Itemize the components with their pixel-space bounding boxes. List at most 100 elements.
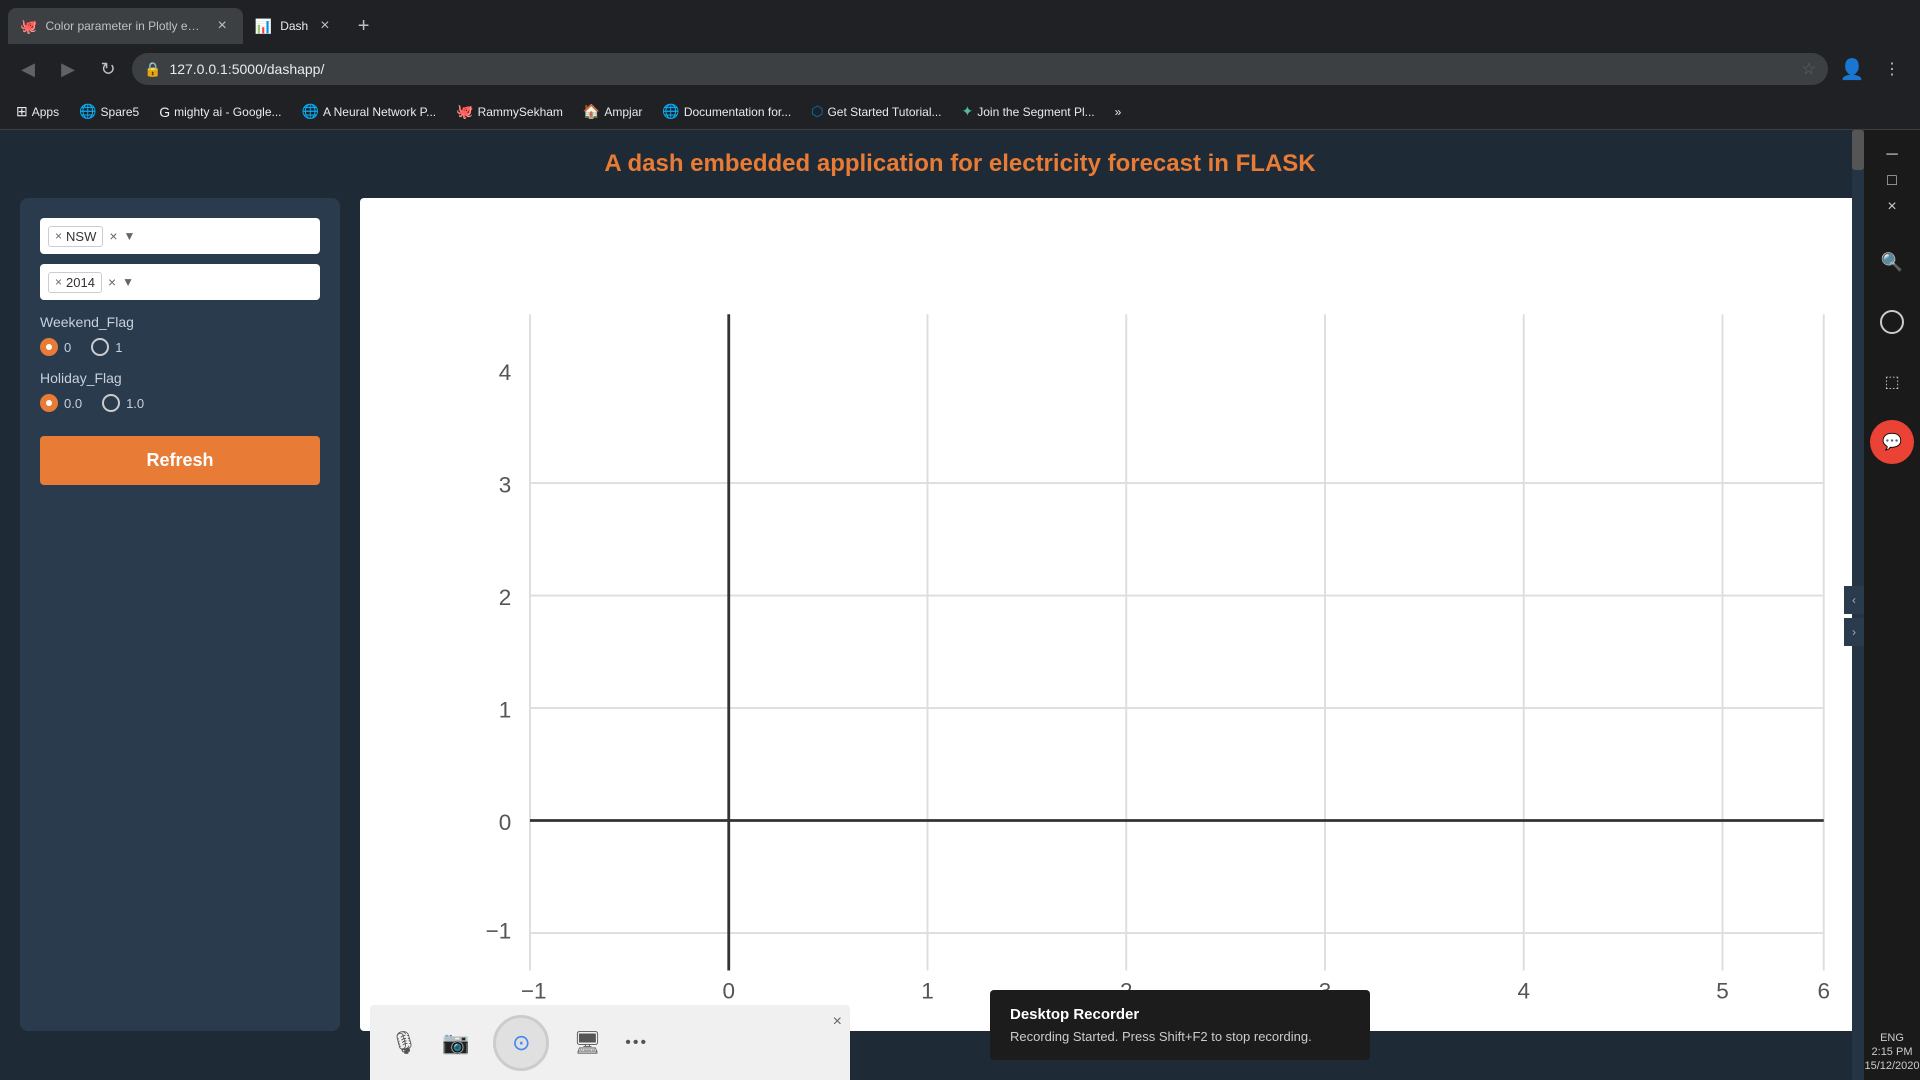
bookmark-more[interactable]: » xyxy=(1107,101,1130,123)
svg-text:6: 6 xyxy=(1817,979,1830,1004)
bookmark-star-icon[interactable]: ☆ xyxy=(1802,59,1816,79)
year-dropdown-arrow[interactable]: ▼ xyxy=(122,275,134,289)
year-dropdown-container: × 2014 × ▼ xyxy=(40,264,320,300)
back-button[interactable]: ◀ xyxy=(12,53,44,85)
dash-tab-label: Dash xyxy=(280,19,308,33)
task-view-button[interactable]: ⬚ xyxy=(1870,360,1914,404)
camera-icon: 📷 xyxy=(442,1030,469,1056)
bookmark-google[interactable]: G mighty ai - Google... xyxy=(151,100,289,124)
vscode-icon: ⬡ xyxy=(811,103,823,120)
cortana-button[interactable] xyxy=(1870,300,1914,344)
google-icon: G xyxy=(159,104,170,120)
weekend-flag-1-label: 1 xyxy=(115,340,122,355)
forward-button[interactable]: ▶ xyxy=(52,53,84,85)
bookmark-apps-label: Apps xyxy=(32,105,59,119)
weekend-flag-0-label: 0 xyxy=(64,340,71,355)
weekend-flag-group: 0 1 xyxy=(40,338,320,356)
bookmark-ampjar[interactable]: 🏠 Ampjar xyxy=(575,99,650,124)
svg-text:2: 2 xyxy=(499,585,512,610)
holiday-flag-1[interactable]: 1.0 xyxy=(102,394,144,412)
page-title: A dash embedded application for electric… xyxy=(604,150,1315,177)
github-tab-close[interactable]: × xyxy=(213,15,230,37)
record-center-button[interactable]: ⊙ xyxy=(493,1015,549,1071)
new-tab-button[interactable]: + xyxy=(350,12,378,40)
bookmark-neural[interactable]: 🌐 A Neural Network P... xyxy=(294,99,445,124)
browser-chrome: 🐙 Color parameter in Plotly express... ×… xyxy=(0,0,1920,130)
refresh-button[interactable]: Refresh xyxy=(40,436,320,485)
minimize-button[interactable]: ─ xyxy=(1886,146,1897,164)
collapse-left-button[interactable]: ‹ xyxy=(1844,586,1864,614)
state-dropdown-clear[interactable]: × xyxy=(109,228,117,244)
state-tag-value: NSW xyxy=(66,229,96,244)
chart-area: 0 1 2 3 4 −1 −1 0 1 2 3 4 5 6 xyxy=(360,198,1900,1031)
profile-icon[interactable]: 👤 xyxy=(1836,53,1868,85)
nav-bar: ◀ ▶ ↻ 🔒 127.0.0.1:5000/dashapp/ ☆ 👤 ⋮ xyxy=(0,44,1920,94)
weekend-flag-label: Weekend_Flag xyxy=(40,314,320,330)
year-tag-close[interactable]: × xyxy=(55,275,62,289)
recorder-body: Recording Started. Press Shift+F2 to sto… xyxy=(1010,1029,1350,1044)
main-area: × NSW × ▼ × 2014 × ▼ xyxy=(0,198,1920,1031)
more-icon: ••• xyxy=(625,1034,648,1052)
reload-button[interactable]: ↻ xyxy=(92,53,124,85)
cortana-icon xyxy=(1880,310,1904,334)
notification-button[interactable]: 💬 xyxy=(1870,420,1914,464)
menu-button[interactable]: ⋮ xyxy=(1876,53,1908,85)
holiday-flag-0-label: 0.0 xyxy=(64,396,82,411)
close-window-button[interactable]: × xyxy=(1887,198,1896,216)
recorder-title: Desktop Recorder xyxy=(1010,1006,1350,1023)
record-icon: ⊙ xyxy=(512,1030,530,1056)
dash-tab-close[interactable]: × xyxy=(316,15,333,37)
state-dropdown[interactable]: × NSW × ▼ xyxy=(40,218,320,254)
bookmark-rammy[interactable]: 🐙 RammySekham xyxy=(448,99,571,124)
monitor-icon: 🖥 xyxy=(573,1030,601,1056)
address-bar[interactable]: 🔒 127.0.0.1:5000/dashapp/ ☆ xyxy=(132,53,1828,85)
left-panel: × NSW × ▼ × 2014 × ▼ xyxy=(20,198,340,1031)
segment-icon: ✦ xyxy=(962,103,974,120)
mic-button[interactable]: 🎙 xyxy=(390,1030,418,1056)
toolbar-close-button[interactable]: × xyxy=(833,1013,842,1031)
svg-text:0: 0 xyxy=(499,810,512,835)
bookmark-spare5-label: Spare5 xyxy=(101,105,140,119)
dash-tab[interactable]: 📊 Dash × xyxy=(243,8,346,44)
page-header: A dash embedded application for electric… xyxy=(0,130,1920,198)
holiday-flag-1-label: 1.0 xyxy=(126,396,144,411)
year-dropdown-clear[interactable]: × xyxy=(108,274,116,290)
holiday-flag-1-radio[interactable] xyxy=(102,394,120,412)
bookmark-vscode[interactable]: ⬡ Get Started Tutorial... xyxy=(803,99,949,124)
lock-icon: 🔒 xyxy=(144,61,161,78)
holiday-flag-0[interactable]: 0.0 xyxy=(40,394,82,412)
clock-date: 15/12/2020 xyxy=(1864,1060,1919,1072)
weekend-flag-1-radio[interactable] xyxy=(91,338,109,356)
screen-recorder-toolbar: × 🎙 📷 ⊙ 🖥 ••• xyxy=(370,1005,850,1080)
monitor-button[interactable]: 🖥 xyxy=(573,1030,601,1056)
scrollbar-thumb[interactable] xyxy=(1852,130,1864,170)
svg-text:3: 3 xyxy=(499,472,512,497)
neural-icon: 🌐 xyxy=(302,103,319,120)
bookmark-spare5[interactable]: 🌐 Spare5 xyxy=(71,99,147,124)
apps-icon: ⊞ xyxy=(16,103,28,120)
bookmark-apps[interactable]: ⊞ Apps xyxy=(8,99,67,124)
holiday-flag-0-radio[interactable] xyxy=(40,394,58,412)
state-tag: × NSW xyxy=(48,226,103,247)
bookmark-ampjar-label: Ampjar xyxy=(604,105,642,119)
search-icon: 🔍 xyxy=(1881,252,1903,273)
state-tag-close[interactable]: × xyxy=(55,229,62,243)
camera-button[interactable]: 📷 xyxy=(442,1030,469,1056)
github-tab[interactable]: 🐙 Color parameter in Plotly express... × xyxy=(8,8,243,44)
holiday-flag-label: Holiday_Flag xyxy=(40,370,320,386)
windows-search-button[interactable]: 🔍 xyxy=(1870,240,1914,284)
expand-right-button[interactable]: › xyxy=(1844,618,1864,646)
weekend-flag-0[interactable]: 0 xyxy=(40,338,71,356)
bookmark-docs[interactable]: 🌐 Documentation for... xyxy=(654,99,799,124)
chart-svg: 0 1 2 3 4 −1 −1 0 1 2 3 4 5 6 xyxy=(380,218,1880,1011)
weekend-flag-1[interactable]: 1 xyxy=(91,338,122,356)
address-input[interactable]: 127.0.0.1:5000/dashapp/ xyxy=(169,61,1793,77)
weekend-flag-0-radio[interactable] xyxy=(40,338,58,356)
maximize-button[interactable]: □ xyxy=(1887,172,1897,190)
more-options-button[interactable]: ••• xyxy=(625,1034,648,1052)
year-dropdown[interactable]: × 2014 × ▼ xyxy=(40,264,320,300)
state-dropdown-arrow[interactable]: ▼ xyxy=(124,229,136,243)
year-tag-value: 2014 xyxy=(66,275,95,290)
bookmark-segment-label: Join the Segment Pl... xyxy=(977,105,1094,119)
bookmark-segment[interactable]: ✦ Join the Segment Pl... xyxy=(954,99,1103,124)
